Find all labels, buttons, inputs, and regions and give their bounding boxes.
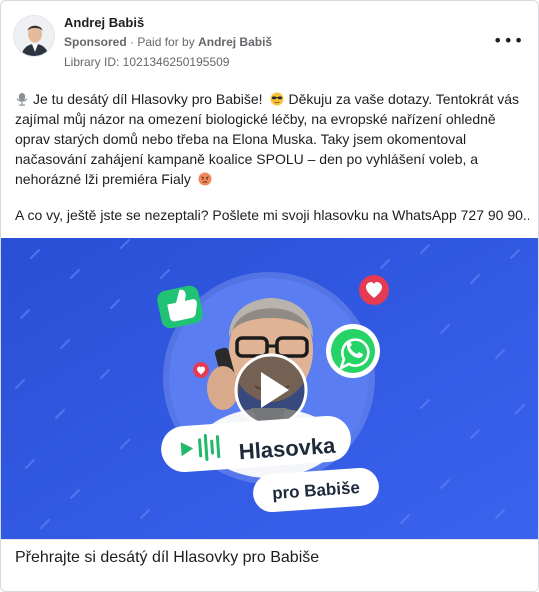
- whatsapp-icon: [326, 324, 380, 378]
- post-header: Andrej Babiš Sponsored · Paid for by And…: [1, 1, 538, 77]
- link-caption-bar[interactable]: Přehrajte si desátý díl Hlasovky pro Bab…: [1, 539, 538, 591]
- post-paragraph-1: Je tu desátý díl Hlasovky pro Babiše! Dě…: [15, 89, 529, 189]
- link-caption[interactable]: Přehrajte si desátý díl Hlasovky pro Bab…: [15, 549, 319, 567]
- angry-face-emoji-icon: [198, 172, 212, 186]
- microphone-emoji-icon: [16, 93, 28, 106]
- play-button[interactable]: [234, 353, 308, 427]
- person-portrait-icon: [14, 16, 54, 56]
- post-paragraph-2: A co vy, ještě jste se nezeptali? Pošlet…: [15, 207, 529, 223]
- paid-by-name: Andrej Babiš: [198, 35, 273, 49]
- author-avatar[interactable]: [13, 15, 55, 57]
- more-options-button[interactable]: •••: [493, 31, 523, 51]
- sponsored-meta: Sponsored · Paid for by Andrej Babiš: [64, 35, 272, 49]
- small-heart-icon: [193, 362, 209, 378]
- post-body: Je tu desátý díl Hlasovky pro Babiše! Dě…: [15, 89, 529, 225]
- paid-for-label: Paid for by: [137, 35, 195, 49]
- library-id: Library ID: 1021346250195509: [64, 55, 230, 69]
- ad-post-card: Andrej Babiš Sponsored · Paid for by And…: [0, 0, 539, 592]
- video-thumbnail[interactable]: Hlasovka pro Babiše: [1, 238, 538, 539]
- sunglasses-emoji-icon: [270, 92, 284, 106]
- heart-icon: [359, 275, 389, 305]
- post-text-intro: Je tu desátý díl Hlasovky pro Babiše!: [33, 91, 263, 107]
- video-artwork: Hlasovka pro Babiše: [1, 238, 538, 539]
- author-name[interactable]: Andrej Babiš: [64, 15, 144, 30]
- sponsored-label: Sponsored: [64, 35, 127, 49]
